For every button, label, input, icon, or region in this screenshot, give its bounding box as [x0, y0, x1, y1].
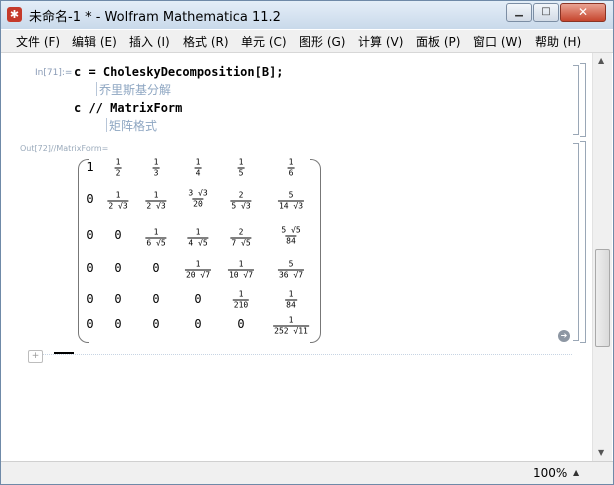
matrix-fraction: 5 √5 84: [281, 225, 301, 246]
matrix-entry: 0: [152, 317, 160, 331]
cell-insertion-line: [42, 354, 572, 355]
comment-matrixform[interactable]: 矩阵格式: [109, 117, 157, 134]
menu-bar: 文件 (F) 编辑 (E) 插入 (I) 格式 (R) 单元 (C) 图形 (G…: [1, 30, 613, 53]
matrix-fraction: 27 √5: [230, 227, 252, 248]
matrix-entry: 0: [237, 317, 245, 331]
mathematica-spikey-icon[interactable]: ✱: [7, 7, 22, 22]
matrix-entry: 0: [194, 317, 202, 331]
text-caret: [96, 82, 97, 96]
matrix-entry: 0: [86, 292, 94, 306]
matrix-entry: 0: [114, 317, 122, 331]
input-cell-label: In[71]:=: [35, 68, 73, 78]
menu-cell[interactable]: 单元 (C): [241, 33, 287, 50]
matrix-fraction: 12 √3: [107, 190, 129, 211]
matrix-fraction: 1 210: [232, 289, 250, 310]
matrix-entry: 0: [114, 261, 122, 275]
input-cell-bracket[interactable]: [573, 65, 579, 135]
comment-cholesky[interactable]: 乔里斯基分解: [99, 81, 171, 98]
matrix-fraction: 13: [152, 157, 160, 178]
matrix-entry: 0: [194, 292, 202, 306]
matrix-fraction: 25 √3: [230, 190, 252, 211]
menu-edit[interactable]: 编辑 (E): [72, 33, 117, 50]
notebook-area[interactable]: In[71]:= c = CholeskyDecomposition[B]; 乔…: [2, 53, 592, 461]
menu-evaluation[interactable]: 计算 (V): [358, 33, 403, 50]
title-bar[interactable]: ✱ 未命名-1 * - Wolfram Mathematica 11.2 ▁ □…: [1, 1, 613, 29]
matrix-fraction: 1 252 √11: [273, 315, 309, 336]
group-cell-bracket[interactable]: [580, 63, 586, 137]
matrix-entry: 0: [86, 192, 94, 206]
matrix-fraction: 14 √5: [187, 227, 209, 248]
matrix-entry: 0: [86, 261, 94, 275]
minimize-button[interactable]: ▁: [506, 3, 532, 22]
vertical-scrollbar[interactable]: ▲ ▼: [592, 53, 612, 461]
matrix-fraction: 3 √3 20: [188, 188, 208, 209]
matrix-fraction: 16 √5: [145, 227, 167, 248]
matrix-fraction: 5 14 √3: [277, 190, 305, 211]
code-line-matrixform[interactable]: c // MatrixForm: [74, 101, 182, 115]
menu-graphics[interactable]: 图形 (G): [299, 33, 345, 50]
menu-help[interactable]: 帮助 (H): [535, 33, 581, 50]
text-caret: [106, 118, 107, 132]
matrix-left-paren: [78, 159, 89, 343]
matrix-fraction: 1 20 √7: [184, 259, 212, 280]
insertion-cursor: [54, 352, 74, 354]
matrix-entry: 0: [86, 228, 94, 242]
matrix-fraction: 14: [194, 157, 202, 178]
close-button[interactable]: ✕: [560, 3, 606, 22]
add-cell-icon[interactable]: +: [28, 350, 43, 363]
zoom-level[interactable]: 100%: [533, 466, 567, 480]
menu-format[interactable]: 格式 (R): [183, 33, 229, 50]
matrix-fraction: 16: [287, 157, 295, 178]
scroll-up-icon[interactable]: ▲: [598, 56, 604, 65]
matrix-entry: 0: [152, 261, 160, 275]
matrix-fraction: 5 36 √7: [277, 259, 305, 280]
zoom-dropdown-icon[interactable]: ▲: [573, 468, 579, 477]
menu-palettes[interactable]: 面板 (P): [416, 33, 460, 50]
more-options-icon[interactable]: ➔: [558, 330, 570, 342]
matrix-entry: 0: [114, 292, 122, 306]
matrix-fraction: 1 84: [285, 289, 297, 310]
matrix-fraction: 12: [114, 157, 122, 178]
matrix-entry: 0: [86, 317, 94, 331]
matrix-fraction: 1 10 √7: [227, 259, 255, 280]
status-bar: 100% ▲: [1, 461, 613, 484]
matrix-entry: 1: [86, 160, 94, 174]
scrollbar-thumb[interactable]: [595, 249, 610, 347]
code-line-cholesky[interactable]: c = CholeskyDecomposition[B];: [74, 65, 284, 79]
menu-window[interactable]: 窗口 (W): [473, 33, 522, 50]
output-cell-label: Out[72]//MatrixForm=: [20, 144, 109, 153]
matrix-entry: 0: [114, 228, 122, 242]
menu-insert[interactable]: 插入 (I): [129, 33, 170, 50]
matrix-fraction: 15: [237, 157, 245, 178]
output-cell-bracket[interactable]: [573, 143, 579, 341]
mathematica-window: ✱ 未命名-1 * - Wolfram Mathematica 11.2 ▁ □…: [0, 0, 614, 485]
window-title: 未命名-1 * - Wolfram Mathematica 11.2: [29, 10, 281, 25]
matrix-right-paren: [310, 159, 321, 343]
maximize-button[interactable]: □: [533, 3, 559, 22]
scroll-down-icon[interactable]: ▼: [598, 448, 604, 457]
output-group-bracket[interactable]: [580, 141, 586, 343]
menu-file[interactable]: 文件 (F): [16, 33, 60, 50]
matrix-fraction: 12 √3: [145, 190, 167, 211]
matrix-entry: 0: [152, 292, 160, 306]
